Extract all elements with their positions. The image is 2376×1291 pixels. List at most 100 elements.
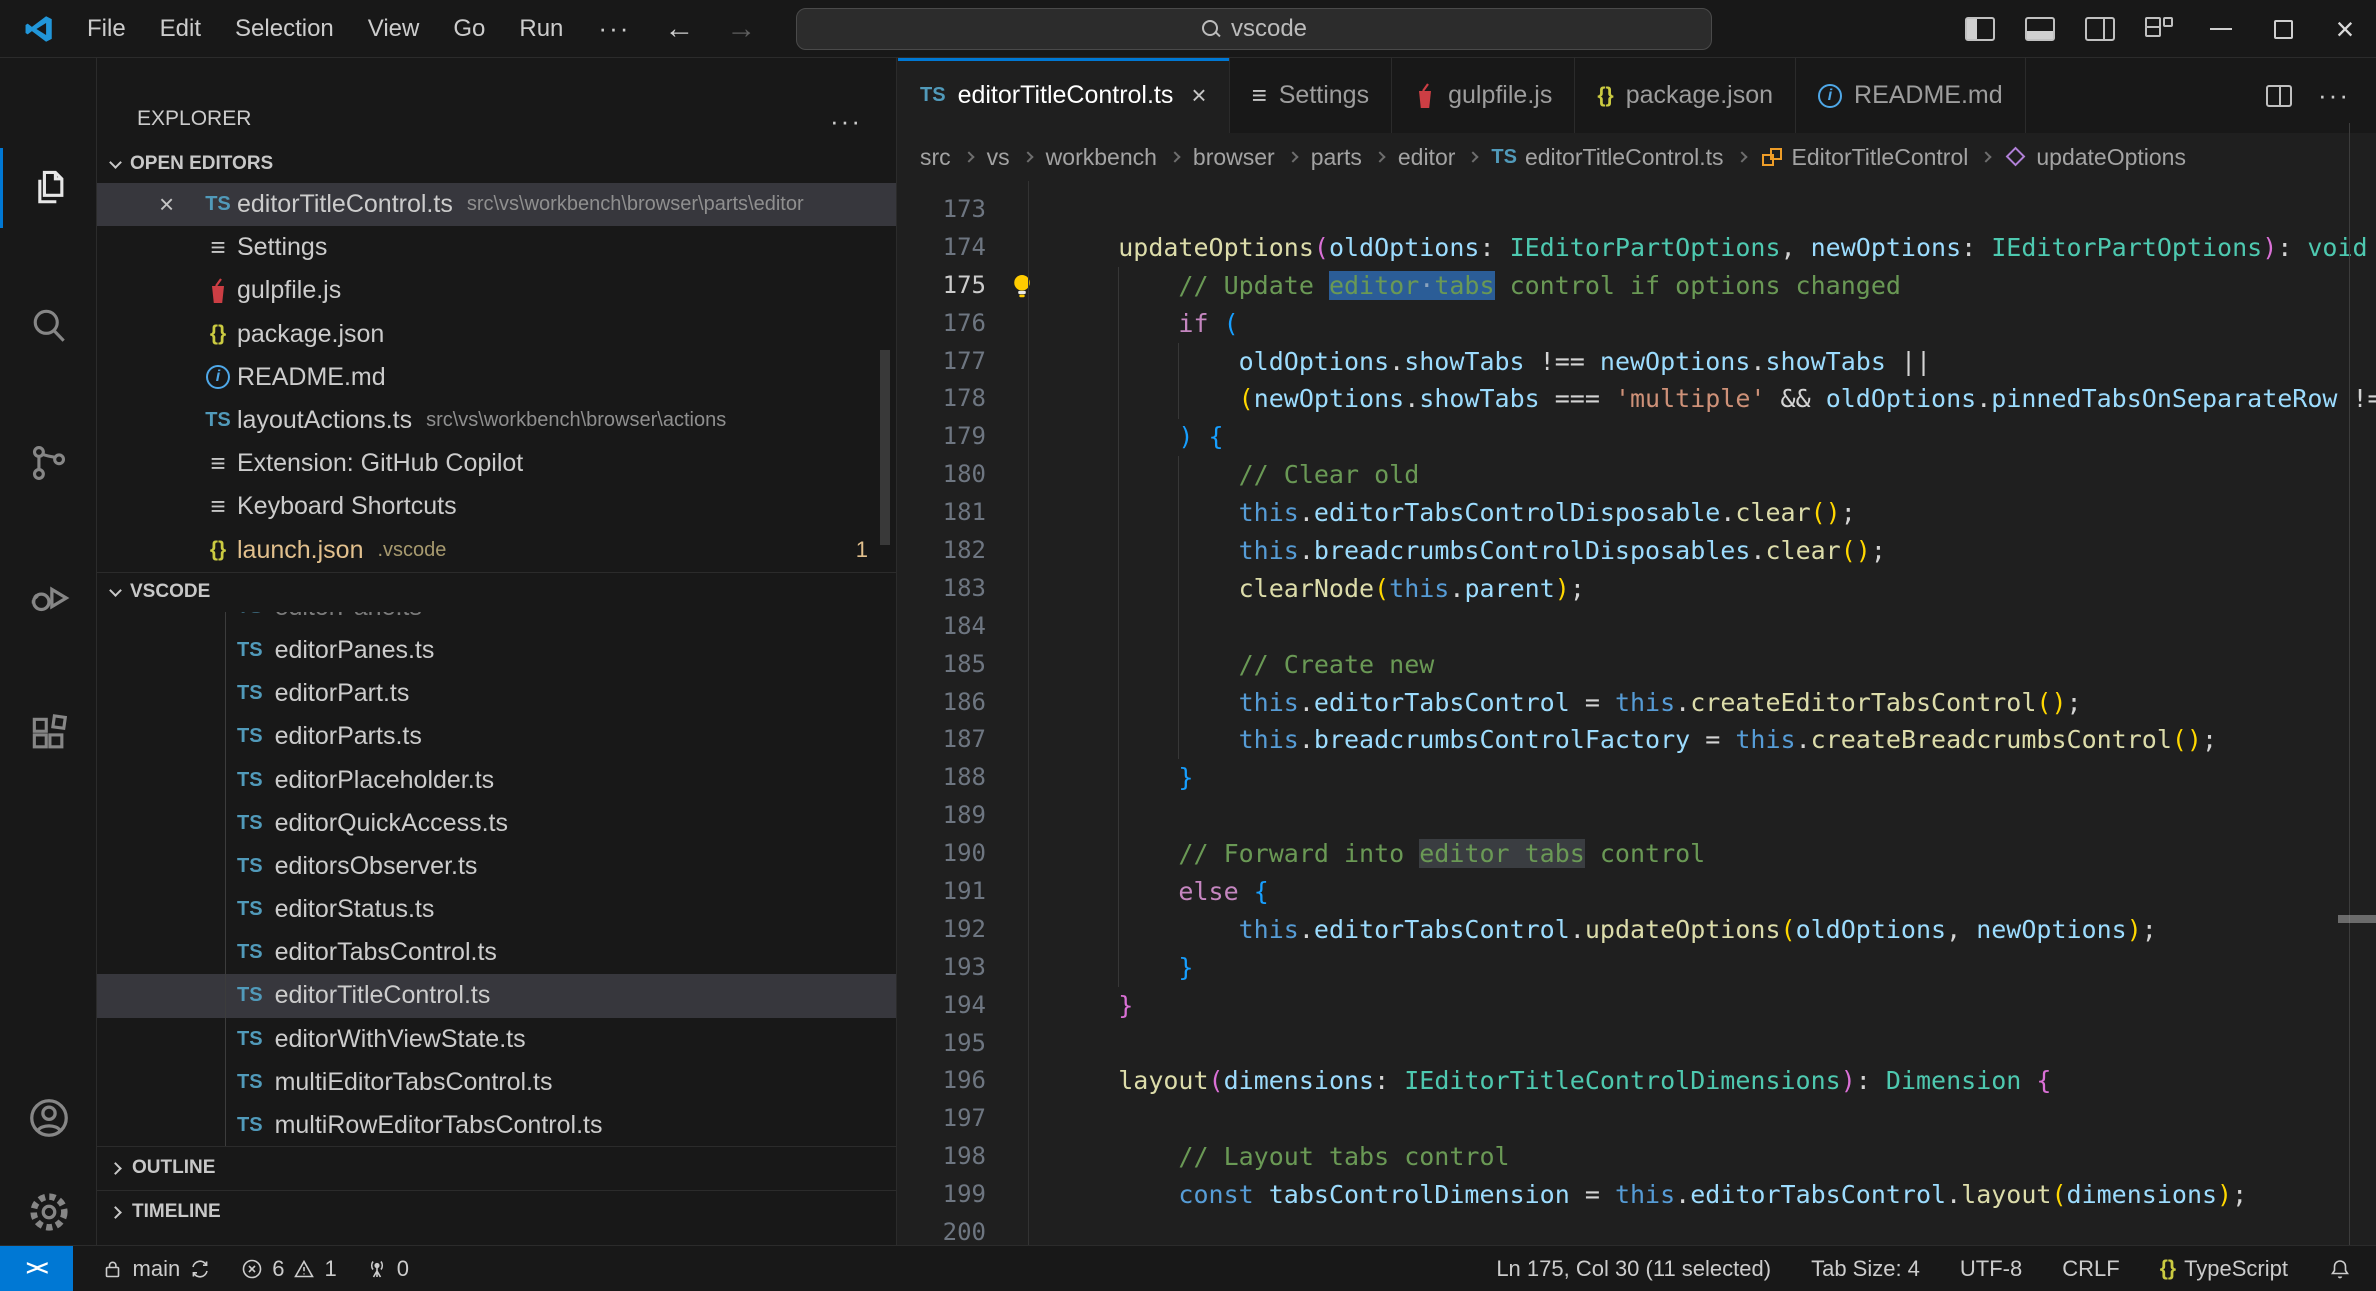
- editor-scrollbar-track[interactable]: [2349, 123, 2350, 1245]
- timeline-section-header[interactable]: TIMELINE: [97, 1189, 896, 1234]
- toggle-primary-sidebar-icon[interactable]: [1965, 17, 1995, 41]
- code-line-192[interactable]: 192 this.editorTabsControl.updateOptions…: [898, 911, 2376, 949]
- close-icon[interactable]: ×: [159, 189, 199, 220]
- tab-package.json[interactable]: {} package.json: [1575, 58, 1797, 133]
- menu-selection[interactable]: Selection: [218, 15, 351, 43]
- maximize-button[interactable]: [2252, 0, 2314, 58]
- code-line-184[interactable]: 184: [898, 608, 2376, 646]
- run-and-debug-icon[interactable]: [0, 550, 97, 646]
- tree-item-editorQuickAccess.ts[interactable]: TS editorQuickAccess.ts: [97, 802, 896, 845]
- open-editor-editorTitleControl.ts[interactable]: × TS editorTitleControl.ts src\vs\workbench…: [97, 183, 896, 227]
- close-button[interactable]: ×: [2314, 0, 2376, 58]
- tree-item-multiRowEditorTabsControl.ts[interactable]: TS multiRowEditorTabsControl.ts: [97, 1104, 896, 1146]
- tree-item-editorParts.ts[interactable]: TS editorParts.ts: [97, 715, 896, 758]
- menu-run[interactable]: Run: [502, 15, 580, 43]
- code-editor[interactable]: 173 174 updateOptions(oldOptions: IEditor…: [898, 181, 2376, 1245]
- code-line-179[interactable]: 179 ) {: [898, 418, 2376, 456]
- tab-editorTitleControl.ts[interactable]: TS editorTitleControl.ts ×: [898, 58, 1230, 133]
- status-tab-size[interactable]: Tab Size: 4: [1811, 1256, 1920, 1282]
- tree-item-editorPane.ts[interactable]: TS editorPane.ts: [97, 612, 896, 629]
- extensions-icon[interactable]: [0, 686, 97, 782]
- tab-Settings[interactable]: ≡ Settings: [1229, 58, 1393, 133]
- code-line-200[interactable]: 200: [898, 1214, 2376, 1245]
- code-line-178[interactable]: 178 (newOptions.showTabs === 'multiple' …: [898, 380, 2376, 418]
- search-sidebar-icon[interactable]: [0, 278, 97, 374]
- code-line-182[interactable]: 182 this.breadcrumbsControlDisposables.c…: [898, 532, 2376, 570]
- command-center-search[interactable]: vscode: [796, 8, 1712, 50]
- accounts-icon[interactable]: [0, 1070, 97, 1166]
- breadcrumb-browser[interactable]: browser: [1193, 144, 1275, 171]
- go-back-button[interactable]: ←: [648, 12, 710, 46]
- code-line-173[interactable]: 173: [898, 191, 2376, 229]
- code-line-195[interactable]: 195: [898, 1025, 2376, 1063]
- go-forward-button[interactable]: →: [710, 12, 772, 46]
- code-line-186[interactable]: 186 this.editorTabsControl = this.create…: [898, 684, 2376, 722]
- menu-go[interactable]: Go: [436, 15, 502, 43]
- workspace-section-header[interactable]: VSCODE: [97, 571, 896, 612]
- sidebar-scrollbar[interactable]: [880, 350, 890, 545]
- code-line-181[interactable]: 181 this.editorTabsControlDisposable.cle…: [898, 494, 2376, 532]
- breadcrumb-workbench[interactable]: workbench: [1046, 144, 1157, 171]
- status-cursor-position[interactable]: Ln 175, Col 30 (11 selected): [1496, 1256, 1771, 1282]
- split-editor-icon[interactable]: [2266, 84, 2293, 107]
- lightbulb-icon[interactable]: [986, 267, 1058, 305]
- open-editor-package.json[interactable]: {} package.json: [97, 313, 896, 356]
- breadcrumb-editor[interactable]: editor: [1398, 144, 1456, 171]
- code-line-199[interactable]: 199 const tabsControlDimension = this.ed…: [898, 1176, 2376, 1214]
- open-editor-README.md[interactable]: i README.md: [97, 356, 896, 399]
- tree-item-editorPart.ts[interactable]: TS editorPart.ts: [97, 672, 896, 715]
- code-line-196[interactable]: 196 layout(dimensions: IEditorTitleContr…: [898, 1062, 2376, 1100]
- status-notifications[interactable]: [2328, 1257, 2352, 1281]
- status-encoding[interactable]: UTF-8: [1960, 1256, 2022, 1282]
- code-line-197[interactable]: 197: [898, 1100, 2376, 1138]
- code-line-188[interactable]: 188 }: [898, 759, 2376, 797]
- tree-item-multiEditorTabsControl.ts[interactable]: TS multiEditorTabsControl.ts: [97, 1061, 896, 1104]
- tab-gulpfile.js[interactable]: gulpfile.js: [1392, 58, 1576, 133]
- remote-indicator[interactable]: ><: [0, 1246, 73, 1291]
- tree-item-editorTitleControl.ts[interactable]: TS editorTitleControl.ts: [97, 974, 896, 1018]
- minimize-button[interactable]: [2190, 0, 2252, 58]
- explorer-more-actions-button[interactable]: ···: [830, 106, 862, 137]
- code-line-191[interactable]: 191 else {: [898, 873, 2376, 911]
- code-line-183[interactable]: 183 clearNode(this.parent);: [898, 570, 2376, 608]
- breadcrumb-vs[interactable]: vs: [987, 144, 1010, 171]
- menu-overflow-button[interactable]: ···: [580, 13, 648, 44]
- code-line-185[interactable]: 185 // Create new: [898, 646, 2376, 684]
- problems-status[interactable]: 6 1: [240, 1256, 337, 1282]
- toggle-panel-icon[interactable]: [2025, 17, 2055, 41]
- tree-item-editorStatus.ts[interactable]: TS editorStatus.ts: [97, 888, 896, 931]
- more-actions-icon[interactable]: ···: [2318, 80, 2350, 111]
- menu-file[interactable]: File: [70, 15, 143, 43]
- tree-item-editorWithViewState.ts[interactable]: TS editorWithViewState.ts: [97, 1018, 896, 1061]
- open-editor-launch.json[interactable]: {} launch.json .vscode 1: [97, 529, 896, 572]
- code-line-190[interactable]: 190 // Forward into editor tabs control: [898, 835, 2376, 873]
- code-line-175[interactable]: 175 // Update editor·tabs control if opt…: [898, 267, 2376, 305]
- tree-item-editorPanes.ts[interactable]: TS editorPanes.ts: [97, 629, 896, 672]
- code-line-193[interactable]: 193 }: [898, 949, 2376, 987]
- open-editor-Extension: GitHub Copilot[interactable]: ≡ Extension: GitHub Copilot: [97, 442, 896, 485]
- branch-status[interactable]: main: [101, 1256, 213, 1282]
- open-editor-gulpfile.js[interactable]: gulpfile.js: [97, 269, 896, 312]
- explorer-icon[interactable]: [0, 140, 97, 236]
- open-editor-Keyboard Shortcuts[interactable]: ≡ Keyboard Shortcuts: [97, 485, 896, 528]
- tree-item-editorsObserver.ts[interactable]: TS editorsObserver.ts: [97, 845, 896, 888]
- breadcrumb-EditorTitleControl[interactable]: EditorTitleControl: [1760, 144, 1968, 171]
- menu-view[interactable]: View: [351, 15, 437, 43]
- breadcrumb-src[interactable]: src: [920, 144, 951, 171]
- toggle-secondary-sidebar-icon[interactable]: [2085, 17, 2115, 41]
- open-editors-header[interactable]: OPEN EDITORS: [97, 145, 896, 183]
- tree-item-editorTabsControl.ts[interactable]: TS editorTabsControl.ts: [97, 931, 896, 974]
- code-line-194[interactable]: 194 }: [898, 987, 2376, 1025]
- status-language-mode[interactable]: {} TypeScript: [2160, 1256, 2288, 1282]
- open-editor-layoutActions.ts[interactable]: TS layoutActions.ts src\vs\workbench\brows…: [97, 399, 896, 442]
- code-line-189[interactable]: 189: [898, 797, 2376, 835]
- breadcrumb-editorTitleControl.ts[interactable]: TS editorTitleControl.ts: [1491, 144, 1723, 171]
- source-control-icon[interactable]: [0, 415, 97, 511]
- outline-section-header[interactable]: OUTLINE: [97, 1145, 896, 1190]
- code-line-177[interactable]: 177 oldOptions.showTabs !== newOptions.s…: [898, 343, 2376, 381]
- code-line-174[interactable]: 174 updateOptions(oldOptions: IEditorPar…: [898, 229, 2376, 267]
- status-eol[interactable]: CRLF: [2062, 1256, 2119, 1282]
- ports-status[interactable]: 0: [365, 1256, 409, 1282]
- tab-README.md[interactable]: i README.md: [1796, 58, 2026, 133]
- customize-layout-icon[interactable]: [2145, 17, 2175, 41]
